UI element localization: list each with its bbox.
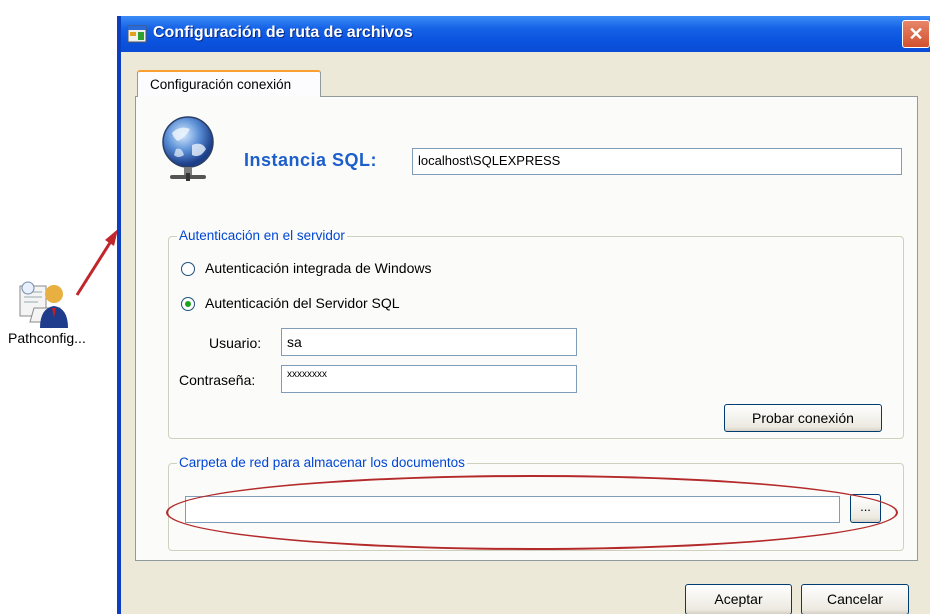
title-bar[interactable]: Configuración de ruta de archivos ✕ [121,16,930,52]
close-icon: ✕ [908,24,924,44]
desktop-icon-label: Pathconfig... [8,330,86,346]
sql-instance-label: Instancia SQL: [244,150,378,170]
desktop-shortcut-pathconfig[interactable]: Pathconfig... [6,278,112,358]
radio-windows-auth[interactable] [181,262,195,276]
window-title: Configuración de ruta de archivos [153,24,413,41]
user-label: Usuario: [209,335,262,351]
cancel-button[interactable]: Cancelar [801,584,909,614]
app-icon [127,25,147,43]
tab-configuracion-conexion[interactable]: Configuración conexión [137,70,321,97]
user-input[interactable]: sa [281,328,577,356]
password-input[interactable]: xxxxxxxx [281,365,577,393]
globe-icon [162,116,214,181]
ok-button[interactable]: Aceptar [685,584,792,614]
folder-group-title: Carpeta de red para almacenar los docume… [177,455,467,470]
tab-label: Configuración conexión [150,77,292,92]
sql-instance-input[interactable]: localhost\SQLEXPRESS [412,148,902,175]
radio-windows-auth-label[interactable]: Autenticación integrada de Windows [205,260,431,276]
dialog-window: Configuración de ruta de archivos ✕ Conf… [117,16,930,614]
password-label: Contraseña: [179,372,256,388]
radio-sql-auth-label[interactable]: Autenticación del Servidor SQL [205,295,400,311]
annotation-highlight-oval [166,475,898,550]
dialog-client-area: Configuración conexión Instancia SQL: lo… [121,52,930,614]
test-connection-button[interactable]: Probar conexión [724,404,882,432]
pathconfig-icon [19,281,68,328]
auth-group-title: Autenticación en el servidor [177,228,347,243]
auth-groupbox: Autenticación en el servidor Autenticaci… [168,228,904,439]
radio-sql-auth[interactable] [181,297,195,311]
close-button[interactable]: ✕ [902,20,930,48]
